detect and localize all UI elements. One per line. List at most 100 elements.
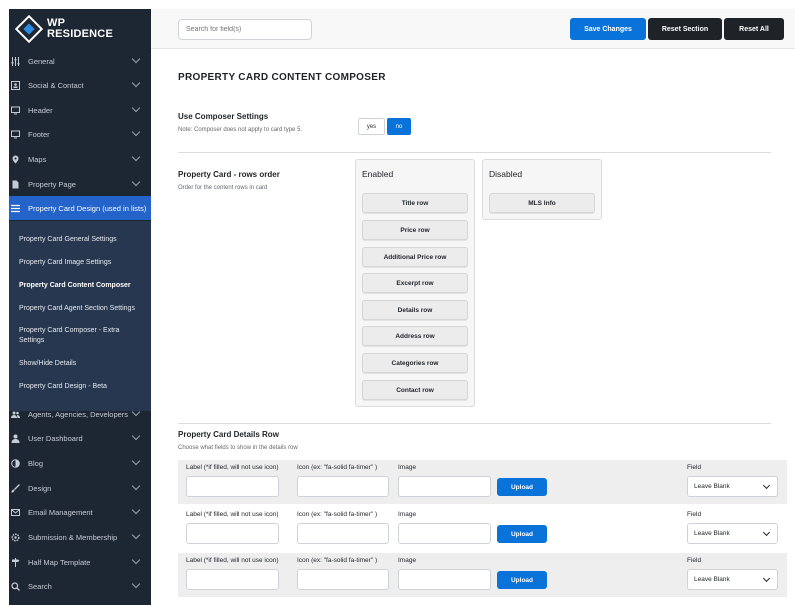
icon-input[interactable] [297,569,389,590]
field-column-header: Field [687,511,702,518]
sidebar-item-footer[interactable]: Footer [9,122,151,146]
enabled-row-item[interactable]: Additional Price row [362,247,468,267]
upload-button[interactable]: Upload [497,478,547,496]
field-select-value: Leave Blank [694,530,730,537]
icon-column-header: Icon (ex: "fa-solid fa-timer" ) [297,511,378,518]
chevron-down-icon [131,152,141,162]
page-title: PROPERTY CARD CONTENT COMPOSER [178,72,386,83]
details-field-row: Label (*if filled, will not use icon) Ic… [178,553,787,597]
field-select[interactable]: Leave Blank [687,476,778,497]
submenu-item-image-settings[interactable]: Property Card Image Settings [19,258,144,268]
image-input[interactable] [398,569,491,590]
label-column-header: Label (*if filled, will not use icon) [186,464,279,471]
field-select[interactable]: Leave Blank [687,523,778,544]
field-select-value: Leave Blank [694,483,730,490]
top-bar: Save Changes Reset Section Reset All [151,9,795,49]
file-icon [11,180,20,189]
chevron-down-icon [131,456,141,466]
save-changes-button[interactable]: Save Changes [570,18,646,40]
icon-column-header: Icon (ex: "fa-solid fa-timer" ) [297,557,378,564]
divider [178,152,771,153]
sidebar-item-email[interactable]: Email Management [9,500,151,524]
details-field-row: Label (*if filled, will not use icon) Ic… [178,460,787,504]
submenu-item-general-settings[interactable]: Property Card General Settings [19,235,144,245]
composer-settings-title: Use Composer Settings [178,112,269,121]
image-input[interactable] [398,523,491,544]
sidebar-item-property-page[interactable]: Property Page [9,172,151,196]
label-column-header: Label (*if filled, will not use icon) [186,557,279,564]
upload-button[interactable]: Upload [497,525,547,543]
composer-settings-note: Note: Composer does not apply to card ty… [178,127,303,133]
submenu-item-show-hide-details[interactable]: Show/Hide Details [19,359,144,369]
search-icon [11,581,20,591]
field-column-header: Field [687,464,702,471]
enabled-row-item[interactable]: Title row [362,193,468,213]
sidebar-item-agents[interactable]: Agents, Agencies, Developers [9,402,151,426]
enabled-row-item[interactable]: Price row [362,220,468,240]
label-input[interactable] [186,476,279,497]
menu-lines-icon [11,204,20,213]
icon-input[interactable] [297,476,389,497]
field-column-header: Field [687,557,702,564]
user-icon [11,434,20,443]
submenu-item-content-composer[interactable]: Property Card Content Composer [19,281,144,291]
enabled-row-item[interactable]: Excerpt row [362,273,468,293]
label-input[interactable] [186,569,279,590]
reset-section-button[interactable]: Reset Section [648,18,722,40]
image-column-header: Image [398,464,417,471]
enabled-row-item[interactable]: Details row [362,300,468,320]
icon-column-header: Icon (ex: "fa-solid fa-timer" ) [297,464,378,471]
chevron-down-icon [131,431,141,441]
sliders-icon [11,56,20,66]
search-input[interactable] [178,19,312,40]
composer-no-button[interactable]: no [387,118,411,135]
chevron-down-icon [762,574,771,583]
sidebar-item-search[interactable]: Search [9,574,151,598]
details-field-row: Label (*if filled, will not use icon) Ic… [178,507,787,551]
sidebar-item-property-card-design[interactable]: Property Card Design (used in lists) [9,196,151,220]
submenu-item-composer-extra[interactable]: Property Card Composer - Extra Settings [19,326,144,346]
sidebar-item-half-map[interactable]: Half Map Template [9,550,151,574]
sidebar-item-social-contact[interactable]: Social & Contact [9,73,151,97]
main-content: PROPERTY CARD CONTENT COMPOSER Use Compo… [151,49,795,605]
upload-button[interactable]: Upload [497,571,547,589]
chevron-down-icon [762,528,771,537]
label-input[interactable] [186,523,279,544]
chevron-down-icon [131,78,141,88]
chevron-down-icon [131,505,141,515]
submenu-item-design-beta[interactable]: Property Card Design - Beta [19,382,144,392]
sidebar-item-maps[interactable]: Maps [9,147,151,171]
icon-input[interactable] [297,523,389,544]
sidebar-item-submission[interactable]: Submission & Membership [9,525,151,549]
chevron-down-icon [131,407,141,417]
map-pin-icon [11,155,20,164]
reset-all-button[interactable]: Reset All [724,18,784,40]
sidebar-item-general[interactable]: General [9,49,151,73]
monitor-icon [11,130,20,139]
field-select-value: Leave Blank [694,576,730,583]
disabled-row-item[interactable]: MLS Info [489,193,595,213]
sidebar-item-header[interactable]: Header [9,98,151,122]
brand-line2: RESIDENCE [47,28,113,40]
image-input[interactable] [398,476,491,497]
disabled-rows-box[interactable]: Disabled MLS Info [482,159,602,220]
enabled-row-item[interactable]: Address row [362,326,468,346]
field-select[interactable]: Leave Blank [687,569,778,590]
enabled-row-item[interactable]: Categories row [362,353,468,373]
enabled-row-item[interactable]: Contact row [362,380,468,400]
sidebar-item-user-dashboard[interactable]: User Dashboard [9,426,151,450]
sidebar-item-design[interactable]: Design [9,476,151,500]
image-column-header: Image [398,511,417,518]
composer-yes-button[interactable]: yes [358,118,385,135]
sidebar: WP RESIDENCE General Social & Contact He… [9,9,151,605]
monitor-icon [11,106,20,115]
sidebar-item-blog[interactable]: Blog [9,451,151,475]
label-column-header: Label (*if filled, will not use icon) [186,511,279,518]
chevron-down-icon [131,177,141,187]
sidebar-submenu: Property Card General Settings Property … [9,221,151,411]
chevron-down-icon [762,481,771,490]
enabled-rows-box[interactable]: Enabled Title row Price row Additional P… [355,159,475,407]
logo[interactable]: WP RESIDENCE [9,9,151,49]
chevron-down-icon [131,481,141,491]
submenu-item-agent-section[interactable]: Property Card Agent Section Settings [19,304,144,314]
